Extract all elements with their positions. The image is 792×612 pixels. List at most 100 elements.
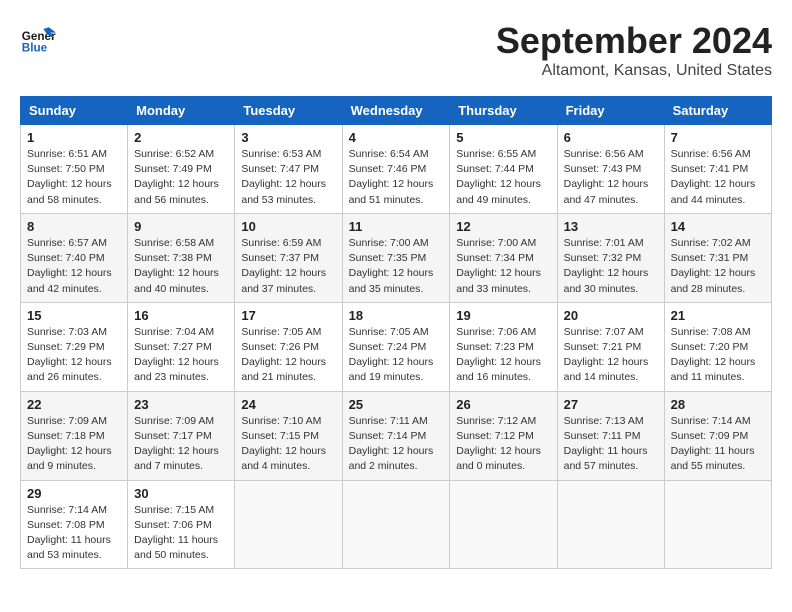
calendar-cell: 6 Sunrise: 6:56 AMSunset: 7:43 PMDayligh…	[557, 125, 664, 214]
calendar-cell: 29 Sunrise: 7:14 AMSunset: 7:08 PMDaylig…	[21, 480, 128, 569]
day-detail: Sunrise: 6:53 AMSunset: 7:47 PMDaylight:…	[241, 148, 326, 206]
day-detail: Sunrise: 7:03 AMSunset: 7:29 PMDaylight:…	[27, 326, 112, 384]
day-detail: Sunrise: 7:01 AMSunset: 7:32 PMDaylight:…	[564, 237, 649, 295]
day-detail: Sunrise: 6:51 AMSunset: 7:50 PMDaylight:…	[27, 148, 112, 206]
day-number: 5	[456, 130, 550, 145]
day-number: 27	[564, 397, 658, 412]
logo-icon: General Blue	[20, 20, 56, 56]
day-number: 8	[27, 219, 121, 234]
day-number: 30	[134, 486, 228, 501]
calendar-cell: 28 Sunrise: 7:14 AMSunset: 7:09 PMDaylig…	[664, 391, 771, 480]
day-number: 10	[241, 219, 335, 234]
day-number: 28	[671, 397, 765, 412]
calendar-cell: 18 Sunrise: 7:05 AMSunset: 7:24 PMDaylig…	[342, 302, 450, 391]
day-number: 21	[671, 308, 765, 323]
calendar-cell: 13 Sunrise: 7:01 AMSunset: 7:32 PMDaylig…	[557, 213, 664, 302]
day-number: 23	[134, 397, 228, 412]
day-number: 19	[456, 308, 550, 323]
day-detail: Sunrise: 7:15 AMSunset: 7:06 PMDaylight:…	[134, 504, 218, 562]
calendar-cell: 24 Sunrise: 7:10 AMSunset: 7:15 PMDaylig…	[235, 391, 342, 480]
day-detail: Sunrise: 7:14 AMSunset: 7:09 PMDaylight:…	[671, 415, 755, 473]
calendar-cell	[664, 480, 771, 569]
weekday-header: Friday	[557, 97, 664, 125]
calendar-cell: 10 Sunrise: 6:59 AMSunset: 7:37 PMDaylig…	[235, 213, 342, 302]
day-detail: Sunrise: 7:12 AMSunset: 7:12 PMDaylight:…	[456, 415, 541, 473]
calendar-week-row: 15 Sunrise: 7:03 AMSunset: 7:29 PMDaylig…	[21, 302, 772, 391]
calendar-cell	[235, 480, 342, 569]
day-number: 1	[27, 130, 121, 145]
title-area: September 2024 Altamont, Kansas, United …	[496, 20, 772, 80]
day-detail: Sunrise: 7:05 AMSunset: 7:26 PMDaylight:…	[241, 326, 326, 384]
calendar-cell: 5 Sunrise: 6:55 AMSunset: 7:44 PMDayligh…	[450, 125, 557, 214]
day-number: 11	[349, 219, 444, 234]
day-detail: Sunrise: 6:56 AMSunset: 7:43 PMDaylight:…	[564, 148, 649, 206]
day-detail: Sunrise: 7:14 AMSunset: 7:08 PMDaylight:…	[27, 504, 111, 562]
day-detail: Sunrise: 7:02 AMSunset: 7:31 PMDaylight:…	[671, 237, 756, 295]
day-number: 18	[349, 308, 444, 323]
day-detail: Sunrise: 7:04 AMSunset: 7:27 PMDaylight:…	[134, 326, 219, 384]
calendar-cell: 11 Sunrise: 7:00 AMSunset: 7:35 PMDaylig…	[342, 213, 450, 302]
calendar-week-row: 8 Sunrise: 6:57 AMSunset: 7:40 PMDayligh…	[21, 213, 772, 302]
weekday-header: Wednesday	[342, 97, 450, 125]
day-detail: Sunrise: 7:09 AMSunset: 7:17 PMDaylight:…	[134, 415, 219, 473]
calendar-cell: 9 Sunrise: 6:58 AMSunset: 7:38 PMDayligh…	[128, 213, 235, 302]
calendar-cell: 14 Sunrise: 7:02 AMSunset: 7:31 PMDaylig…	[664, 213, 771, 302]
day-number: 22	[27, 397, 121, 412]
calendar-cell: 17 Sunrise: 7:05 AMSunset: 7:26 PMDaylig…	[235, 302, 342, 391]
day-number: 16	[134, 308, 228, 323]
logo: General Blue	[20, 20, 56, 56]
calendar-cell: 21 Sunrise: 7:08 AMSunset: 7:20 PMDaylig…	[664, 302, 771, 391]
calendar-cell: 12 Sunrise: 7:00 AMSunset: 7:34 PMDaylig…	[450, 213, 557, 302]
calendar-cell: 27 Sunrise: 7:13 AMSunset: 7:11 PMDaylig…	[557, 391, 664, 480]
day-number: 9	[134, 219, 228, 234]
day-detail: Sunrise: 7:06 AMSunset: 7:23 PMDaylight:…	[456, 326, 541, 384]
calendar-week-row: 29 Sunrise: 7:14 AMSunset: 7:08 PMDaylig…	[21, 480, 772, 569]
day-detail: Sunrise: 7:09 AMSunset: 7:18 PMDaylight:…	[27, 415, 112, 473]
weekday-header: Monday	[128, 97, 235, 125]
day-detail: Sunrise: 6:52 AMSunset: 7:49 PMDaylight:…	[134, 148, 219, 206]
calendar-cell: 26 Sunrise: 7:12 AMSunset: 7:12 PMDaylig…	[450, 391, 557, 480]
day-detail: Sunrise: 7:08 AMSunset: 7:20 PMDaylight:…	[671, 326, 756, 384]
day-number: 3	[241, 130, 335, 145]
calendar-cell: 4 Sunrise: 6:54 AMSunset: 7:46 PMDayligh…	[342, 125, 450, 214]
day-detail: Sunrise: 7:10 AMSunset: 7:15 PMDaylight:…	[241, 415, 326, 473]
day-detail: Sunrise: 7:13 AMSunset: 7:11 PMDaylight:…	[564, 415, 648, 473]
day-number: 4	[349, 130, 444, 145]
day-number: 20	[564, 308, 658, 323]
day-number: 15	[27, 308, 121, 323]
day-detail: Sunrise: 7:00 AMSunset: 7:35 PMDaylight:…	[349, 237, 434, 295]
calendar-cell: 19 Sunrise: 7:06 AMSunset: 7:23 PMDaylig…	[450, 302, 557, 391]
day-number: 25	[349, 397, 444, 412]
day-detail: Sunrise: 6:55 AMSunset: 7:44 PMDaylight:…	[456, 148, 541, 206]
day-detail: Sunrise: 7:07 AMSunset: 7:21 PMDaylight:…	[564, 326, 649, 384]
day-detail: Sunrise: 6:57 AMSunset: 7:40 PMDaylight:…	[27, 237, 112, 295]
calendar-cell: 20 Sunrise: 7:07 AMSunset: 7:21 PMDaylig…	[557, 302, 664, 391]
location-title: Altamont, Kansas, United States	[496, 62, 772, 80]
calendar-cell: 16 Sunrise: 7:04 AMSunset: 7:27 PMDaylig…	[128, 302, 235, 391]
day-detail: Sunrise: 6:59 AMSunset: 7:37 PMDaylight:…	[241, 237, 326, 295]
day-detail: Sunrise: 7:00 AMSunset: 7:34 PMDaylight:…	[456, 237, 541, 295]
day-number: 26	[456, 397, 550, 412]
day-detail: Sunrise: 7:05 AMSunset: 7:24 PMDaylight:…	[349, 326, 434, 384]
calendar-cell: 3 Sunrise: 6:53 AMSunset: 7:47 PMDayligh…	[235, 125, 342, 214]
calendar-cell: 8 Sunrise: 6:57 AMSunset: 7:40 PMDayligh…	[21, 213, 128, 302]
weekday-header: Saturday	[664, 97, 771, 125]
calendar-cell: 23 Sunrise: 7:09 AMSunset: 7:17 PMDaylig…	[128, 391, 235, 480]
weekday-header: Sunday	[21, 97, 128, 125]
page-header: General Blue September 2024 Altamont, Ka…	[20, 20, 772, 80]
calendar-cell: 15 Sunrise: 7:03 AMSunset: 7:29 PMDaylig…	[21, 302, 128, 391]
calendar-cell: 1 Sunrise: 6:51 AMSunset: 7:50 PMDayligh…	[21, 125, 128, 214]
weekday-header: Thursday	[450, 97, 557, 125]
month-title: September 2024	[496, 20, 772, 62]
calendar-cell: 30 Sunrise: 7:15 AMSunset: 7:06 PMDaylig…	[128, 480, 235, 569]
calendar-header-row: SundayMondayTuesdayWednesdayThursdayFrid…	[21, 97, 772, 125]
day-number: 2	[134, 130, 228, 145]
day-number: 6	[564, 130, 658, 145]
calendar-cell	[450, 480, 557, 569]
day-number: 24	[241, 397, 335, 412]
calendar-cell: 7 Sunrise: 6:56 AMSunset: 7:41 PMDayligh…	[664, 125, 771, 214]
weekday-header: Tuesday	[235, 97, 342, 125]
day-detail: Sunrise: 6:54 AMSunset: 7:46 PMDaylight:…	[349, 148, 434, 206]
calendar-cell	[557, 480, 664, 569]
day-detail: Sunrise: 6:56 AMSunset: 7:41 PMDaylight:…	[671, 148, 756, 206]
